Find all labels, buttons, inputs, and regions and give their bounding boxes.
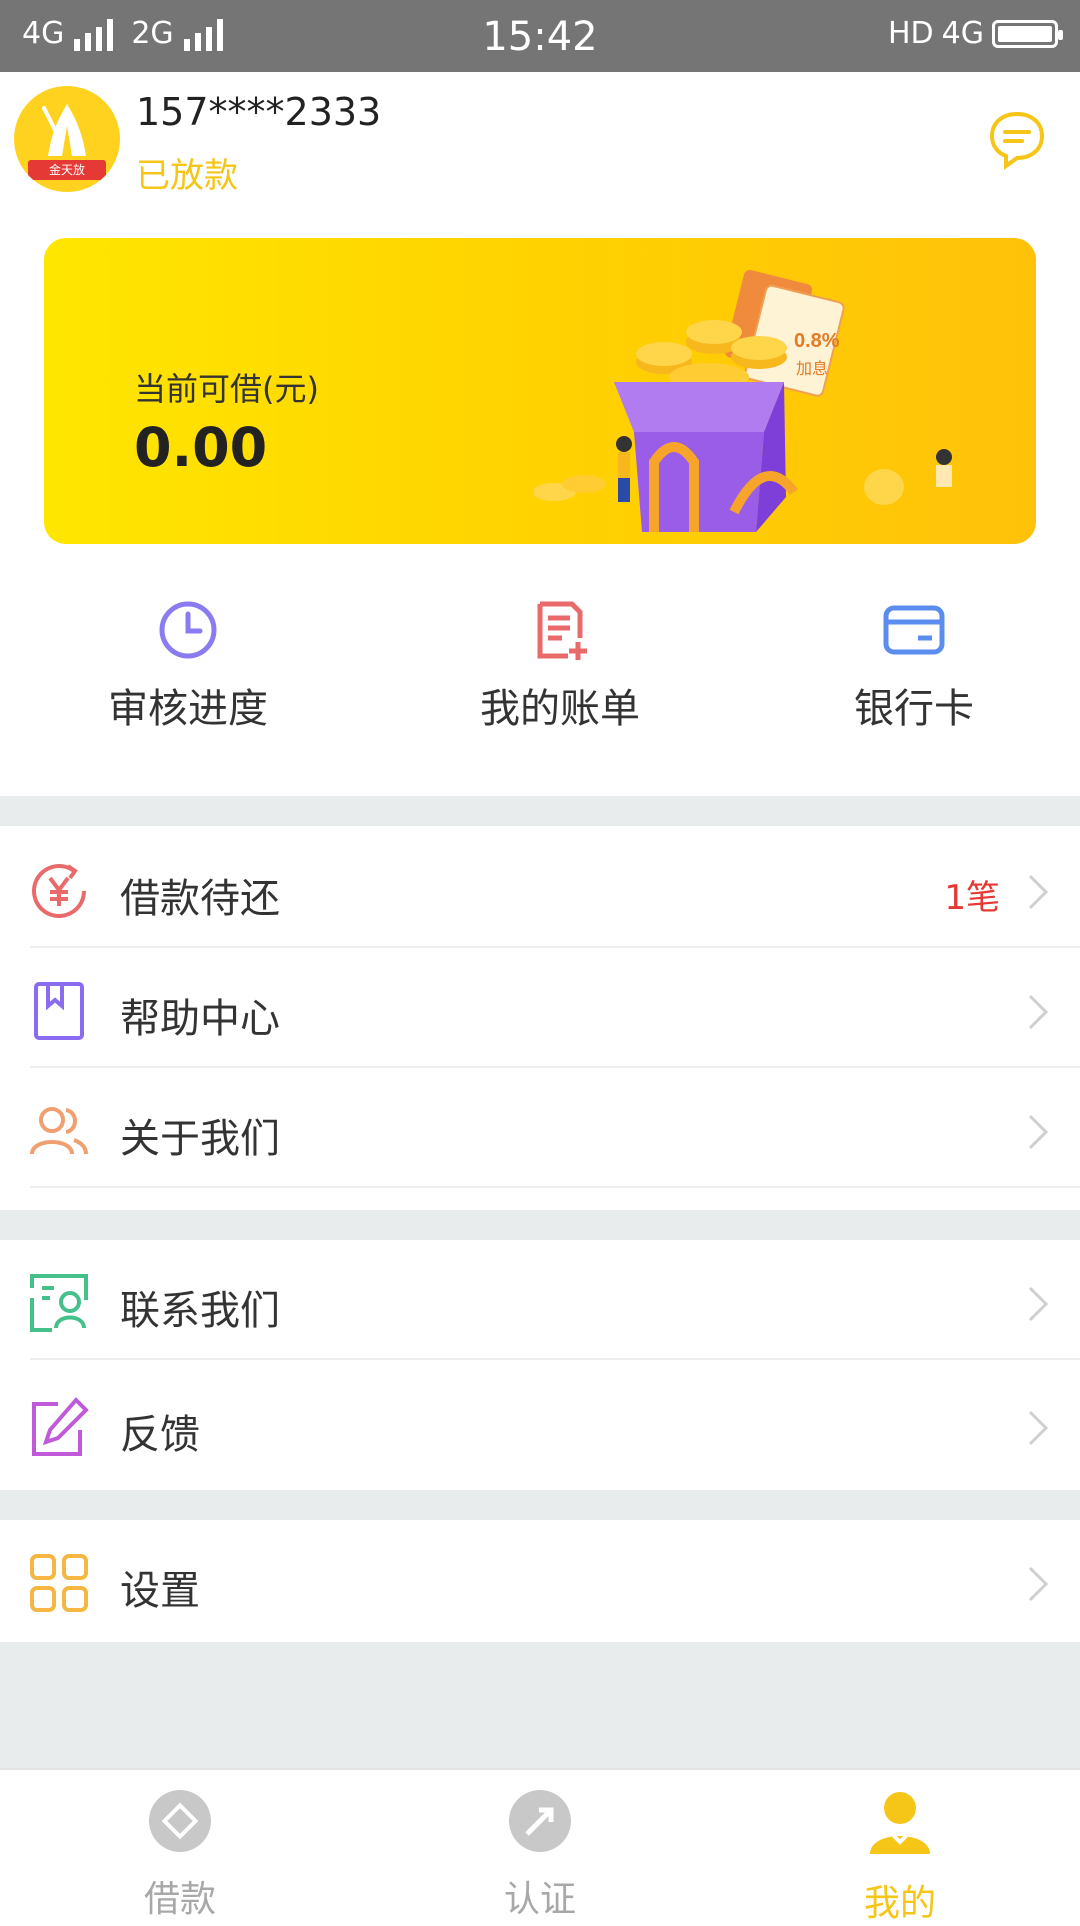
quick-action-my-bills[interactable]: 我的账单	[430, 598, 690, 734]
divider	[30, 1186, 1080, 1188]
tab-label: 我的	[863, 1883, 936, 1924]
menu-item-label: 关于我们	[120, 1116, 280, 1162]
menu-item-label: 借款待还	[120, 876, 280, 922]
clock-icon	[159, 601, 217, 659]
chevron-right-icon	[1028, 1566, 1049, 1602]
quick-action-label: 审核进度	[108, 686, 268, 732]
menu-item-settings[interactable]: 设置	[0, 1522, 1080, 1642]
quick-action-bank-card[interactable]: 银行卡	[784, 598, 1044, 734]
users-icon	[30, 1107, 88, 1155]
available-credit-amount: 0.00	[134, 416, 268, 479]
tab-loan[interactable]: 借款	[80, 1790, 280, 1922]
quick-actions: 审核进度 我的账单 银行卡	[0, 598, 1080, 798]
menu-item-label: 反馈	[120, 1412, 200, 1458]
menu-item-about-us[interactable]: 关于我们	[0, 1070, 1080, 1190]
tab-mine[interactable]: 我的	[800, 1790, 1000, 1926]
menu-item-contact-us[interactable]: 联系我们	[0, 1242, 1080, 1362]
available-credit-label: 当前可借(元)	[134, 370, 319, 408]
quick-action-review-progress[interactable]: 审核进度	[58, 598, 318, 734]
divider	[30, 946, 1080, 948]
message-icon[interactable]	[986, 108, 1048, 170]
avatar[interactable]: 金天放	[14, 86, 120, 192]
loan-status: 已放款	[136, 156, 238, 196]
avatar-ribbon: 金天放	[28, 160, 106, 180]
chevron-right-icon	[1028, 1410, 1049, 1446]
chevron-right-icon	[1028, 994, 1049, 1030]
credit-banner[interactable]: 当前可借(元) 0.00 0.8% 加息	[44, 238, 1036, 544]
section-separator	[0, 796, 1080, 826]
quick-action-label: 银行卡	[854, 686, 974, 732]
menu-item-help-center[interactable]: 帮助中心	[0, 950, 1080, 1070]
grid-icon	[30, 1554, 88, 1612]
status-bar: 4G 2G 15:42 HD 4G	[0, 0, 1080, 72]
menu-item-label: 帮助中心	[120, 996, 280, 1042]
book-icon	[34, 982, 84, 1040]
contact-icon	[30, 1274, 88, 1332]
hd-label: HD	[887, 16, 934, 51]
chevron-right-icon	[1028, 1114, 1049, 1150]
quick-action-label: 我的账单	[480, 686, 640, 732]
section-separator	[0, 1490, 1080, 1520]
pending-count-badge: 1笔	[944, 878, 1000, 918]
chevron-right-icon	[1028, 874, 1049, 910]
bottom-tab-bar: 借款 认证 我的	[0, 1768, 1080, 1924]
loan-icon	[149, 1790, 211, 1852]
status-right: HD 4G	[887, 16, 1063, 51]
menu-item-label: 设置	[120, 1568, 200, 1614]
bill-icon	[537, 601, 587, 660]
ticket-rate: 0.8%	[794, 330, 840, 352]
user-icon	[870, 1792, 930, 1854]
page-bottom-fill	[0, 1642, 1080, 1768]
gift-box-illustration: 0.8% 加息	[534, 269, 952, 532]
ticket-note: 加息	[796, 360, 828, 378]
phone-number: 157****2333	[136, 90, 382, 134]
tab-label: 认证	[503, 1879, 576, 1920]
menu-item-label: 联系我们	[120, 1288, 280, 1334]
section-separator	[0, 1210, 1080, 1240]
network-label-3: 4G	[941, 16, 984, 51]
menu-item-feedback[interactable]: 反馈	[0, 1366, 1080, 1486]
chevron-right-icon	[1028, 1286, 1049, 1322]
profile-header: 金天放 157****2333 已放款	[0, 72, 1080, 202]
card-icon	[883, 605, 945, 655]
yen-refresh-icon	[32, 864, 86, 918]
tab-verify[interactable]: 认证	[440, 1790, 640, 1922]
menu-item-loan-repay[interactable]: 借款待还 1笔	[0, 830, 1080, 950]
battery-icon	[992, 19, 1063, 48]
divider	[30, 1066, 1080, 1068]
verify-icon	[509, 1790, 571, 1852]
edit-icon	[32, 1397, 89, 1456]
divider	[30, 1358, 1080, 1360]
tab-label: 借款	[143, 1879, 216, 1920]
